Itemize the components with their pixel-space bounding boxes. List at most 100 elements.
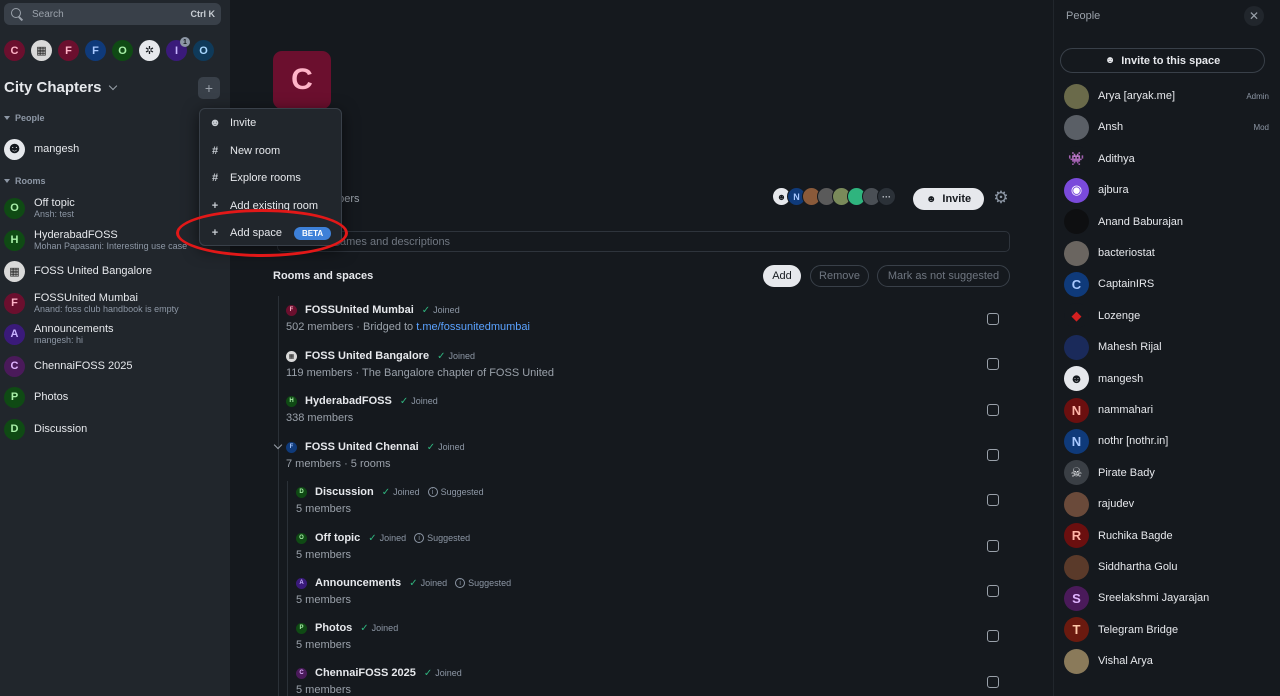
menu-item-add-existing-room[interactable]: + Add existing room	[200, 194, 341, 218]
member-item[interactable]: ☠ Pirate Bady	[1064, 460, 1269, 486]
room-avatar: D	[4, 418, 25, 440]
invite-button[interactable]: ☻ Invite	[913, 188, 984, 210]
space-entry[interactable]: C ChennaiFOSS 2025 ✓ Joined 5 members	[296, 664, 470, 696]
room-name[interactable]: Photos	[315, 622, 352, 634]
member-item[interactable]: ◉ ajbura	[1064, 177, 1269, 203]
space-entry[interactable]: H HyderabadFOSS ✓ Joined 338 members	[286, 392, 446, 432]
menu-item-new-room[interactable]: # New room	[200, 139, 341, 163]
sidebar-room-item[interactable]: O Off topic Ansh: test	[4, 195, 226, 221]
space-entry[interactable]: ▦ FOSS United Bangalore ✓ Joined 119 members…	[286, 347, 554, 387]
select-checkbox[interactable]	[987, 585, 999, 597]
space-title[interactable]: City Chapters	[4, 79, 117, 96]
select-checkbox[interactable]	[987, 494, 999, 506]
member-item[interactable]: S Sreelakshmi Jayarajan	[1064, 585, 1269, 611]
space-avatar-4[interactable]: O	[112, 40, 133, 61]
member-item[interactable]: Siddhartha Golu	[1064, 554, 1269, 580]
space-entry[interactable]: O Off topic ✓ Joined i Suggested 5 members	[296, 529, 470, 569]
space-avatar-2[interactable]: F	[58, 40, 79, 61]
member-item[interactable]: Ansh Mod	[1064, 114, 1269, 140]
rooms-section-header[interactable]: Rooms	[4, 176, 46, 186]
member-name: Arya [aryak.me]	[1098, 90, 1176, 102]
room-name[interactable]: FOSS United Bangalore	[305, 350, 429, 362]
invite-to-space-button[interactable]: ☻ Invite to this space	[1060, 48, 1265, 73]
member-item[interactable]: Nnammahari	[1064, 397, 1269, 423]
collapse-icon	[4, 179, 10, 183]
room-name[interactable]: ChennaiFOSS 2025	[315, 667, 416, 679]
sidebar-room-item[interactable]: P Photos	[4, 384, 226, 410]
menu-item-explore-rooms[interactable]: # Explore rooms	[200, 166, 341, 190]
sidebar-person[interactable]: ☻ mangesh	[4, 136, 226, 162]
menu-item-invite[interactable]: ☻ Invite	[200, 111, 341, 135]
select-checkbox[interactable]	[987, 630, 999, 642]
space-avatar-0[interactable]: C	[4, 40, 25, 61]
member-item[interactable]: Mahesh Rijal	[1064, 334, 1269, 360]
room-name[interactable]: Off topic	[315, 532, 360, 544]
member-item[interactable]: Vishal Arya	[1064, 648, 1269, 674]
sidebar-room-item[interactable]: C ChennaiFOSS 2025	[4, 353, 226, 379]
select-checkbox[interactable]	[987, 404, 999, 416]
member-avatar: ◉	[1064, 177, 1089, 203]
member-item[interactable]: 👾 Adithya	[1064, 146, 1269, 172]
member-name: Pirate Bady	[1098, 466, 1155, 479]
member-item[interactable]: rajudev	[1064, 491, 1269, 517]
select-checkbox[interactable]	[987, 358, 999, 370]
select-checkbox[interactable]	[987, 449, 999, 461]
people-section-header[interactable]: People	[4, 113, 45, 123]
member-item[interactable]: T Telegram Bridge	[1064, 617, 1269, 643]
filter-input[interactable]: ames and descriptions	[277, 231, 1010, 252]
mark-not-suggested-button[interactable]: Mark as not suggested	[877, 265, 1010, 287]
gear-icon[interactable]: ⚙	[992, 189, 1010, 207]
room-name[interactable]: Announcements	[315, 577, 401, 589]
space-avatar-5[interactable]: ✲	[139, 40, 160, 61]
member-item[interactable]: R Ruchika Bagde	[1064, 523, 1269, 549]
member-item[interactable]: Nnothr [nothr.in]	[1064, 428, 1269, 454]
tree-line	[278, 296, 279, 696]
room-text: FOSSUnited Mumbai Anand: foss club handbo…	[34, 292, 179, 314]
member-item[interactable]: Arya [aryak.me] Admin	[1064, 83, 1269, 109]
search-input[interactable]: Search Ctrl K	[4, 3, 221, 25]
sidebar-room-item[interactable]: D Discussion	[4, 416, 226, 442]
room-avatar: O	[296, 532, 307, 544]
select-checkbox[interactable]	[987, 540, 999, 552]
space-avatar-1[interactable]: ▦	[31, 40, 52, 61]
member-name: bacteriostat	[1098, 247, 1155, 259]
sidebar-room-item[interactable]: ▦ FOSS United Bangalore	[4, 258, 226, 284]
member-item[interactable]: C CaptainIRS	[1064, 271, 1269, 297]
member-item[interactable]: bacteriostat	[1064, 240, 1269, 266]
suggested-label: Suggested	[427, 533, 471, 543]
member-avatar[interactable]: ···	[877, 187, 896, 206]
member-avatar	[1064, 83, 1089, 109]
space-avatar-6[interactable]: I1	[166, 37, 190, 61]
space-entry[interactable]: F FOSSUnited Mumbai ✓ Joined 502 members · B…	[286, 301, 530, 341]
room-text: HyderabadFOSS Mohan Papasani: Interesting…	[34, 229, 187, 251]
joined-label: Joined	[420, 578, 448, 588]
remove-button[interactable]: Remove	[810, 265, 869, 287]
sidebar-room-item[interactable]: H HyderabadFOSS Mohan Papasani: Interestin…	[4, 227, 226, 253]
menu-item-add-space[interactable]: + Add space BETA	[200, 221, 341, 245]
space-avatar-7[interactable]: O	[193, 40, 214, 61]
chevron-down-icon[interactable]	[273, 440, 283, 450]
select-checkbox[interactable]	[987, 676, 999, 688]
room-name[interactable]: FOSSUnited Mumbai	[305, 304, 414, 316]
people-panel-title: People	[1066, 10, 1101, 22]
member-item[interactable]: ☻ mangesh	[1064, 366, 1269, 392]
space-entry[interactable]: A Announcements ✓ Joined i Suggested 5 members	[296, 574, 511, 614]
space-avatar-3[interactable]: F	[85, 40, 106, 61]
check-icon: ✓	[437, 350, 446, 362]
select-checkbox[interactable]	[987, 313, 999, 325]
entry-link[interactable]: t.me/fossunitedmumbai	[416, 321, 530, 333]
sidebar-room-item[interactable]: F FOSSUnited Mumbai Anand: foss club handb…	[4, 290, 226, 316]
member-avatars[interactable]: ☻ N ···	[772, 187, 896, 206]
member-item[interactable]: Anand Baburajan	[1064, 209, 1269, 235]
room-name[interactable]: FOSS United Chennai	[305, 441, 419, 453]
space-options-button[interactable]: +	[198, 77, 220, 99]
space-entry[interactable]: D Discussion ✓ Joined i Suggested 5 members	[296, 483, 484, 523]
sidebar-room-item[interactable]: A Announcements mangesh: hi	[4, 321, 226, 347]
add-button[interactable]: Add	[763, 265, 801, 287]
space-entry[interactable]: F FOSS United Chennai ✓ Joined 7 members · 5…	[286, 438, 473, 478]
room-name[interactable]: HyderabadFOSS	[305, 395, 392, 407]
close-icon[interactable]: ✕	[1244, 6, 1264, 26]
room-name[interactable]: Discussion	[315, 486, 374, 498]
member-item[interactable]: ◆ Lozenge	[1064, 303, 1269, 329]
space-entry[interactable]: P Photos ✓ Joined 5 members	[296, 619, 406, 659]
